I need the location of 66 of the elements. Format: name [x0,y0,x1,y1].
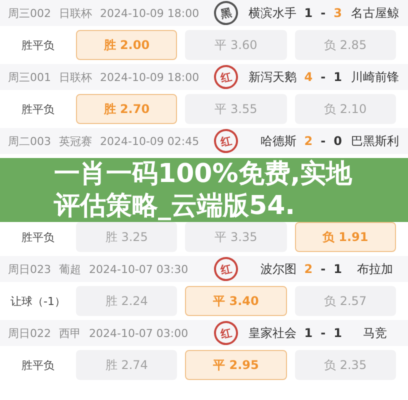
score-dash: - [320,262,326,276]
match-time: 2024-10-09 02:45 [100,134,200,148]
odds-button[interactable]: 胜 2.74 [76,350,178,380]
league-name: 西甲 [59,326,81,340]
market-label: 胜平负 [20,102,56,116]
odds-button[interactable]: 负 2.10 [294,94,396,124]
result-stamp: 红 [212,62,241,92]
odds-button[interactable]: 平 3.35 [185,222,287,252]
league-name: 英冠赛 [59,134,92,148]
away-score: 0 [334,134,342,148]
odds-button[interactable]: 胜 3.25 [76,222,178,252]
home-score: 2 [304,262,313,276]
odds-button[interactable]: 平 2.95 [185,350,287,380]
away-team: 名古屋鲸 [350,4,400,22]
home-score: 1 [304,326,313,340]
market-label: 胜平负 [20,358,56,372]
odds-button[interactable]: 胜 2.24 [76,286,178,316]
odds-button[interactable]: 负 2.57 [294,286,396,316]
odds-button[interactable]: 平 3.40 [185,286,287,316]
away-score: 1 [334,70,342,84]
match-time: 2024-10-09 18:00 [100,70,200,84]
league-name: 日联杯 [59,70,92,84]
home-team: 新泻天鹅 [247,68,296,86]
odds-button[interactable]: 平 3.60 [185,30,287,60]
odds-button[interactable]: 负 1.91 [294,222,396,252]
result-stamp: 红 [212,318,241,348]
odds-button[interactable]: 负 2.85 [294,30,396,60]
match-time: 2024-10-09 18:00 [100,6,200,20]
odds-button[interactable]: 平 3.55 [185,94,287,124]
home-team: 皇家社会 [247,324,296,342]
match-code: 周日023 [8,262,51,276]
away-team: 马竞 [362,324,388,342]
league-name: 日联杯 [59,6,92,20]
league-name: 葡超 [59,262,81,276]
away-score: 3 [334,6,342,20]
score-dash: - [320,6,326,20]
market-label: 让球（-1） [10,294,66,308]
home-team: 波尔图 [259,260,296,278]
match-code: 周二003 [8,134,51,148]
home-score: 2 [304,134,313,148]
result-stamp: 黑 [212,0,241,28]
home-score: 1 [304,6,313,20]
score-dash: - [320,134,326,148]
odds-button[interactable]: 负 2.35 [294,350,396,380]
match-time: 2024-10-07 03:00 [89,326,188,340]
banner-title: 一肖一码100%免费,实地评估策略_云端版54. [54,158,354,222]
match-code: 周日022 [8,326,51,340]
match-time: 2024-10-07 03:30 [89,262,188,276]
away-team: 川崎前锋 [350,68,400,86]
home-team: 横滨水手 [247,4,296,22]
away-team: 布拉加 [356,260,394,278]
market-label: 胜平负 [20,38,56,52]
market-label: 胜平负 [20,230,56,244]
match-code: 周三002 [8,6,51,20]
home-team: 哈德斯 [259,132,296,150]
odds-button[interactable]: 胜 2.70 [76,94,178,124]
result-stamp: 红 [212,126,241,156]
match-code: 周三001 [8,70,51,84]
score-dash: - [320,70,326,84]
odds-button[interactable]: 胜 2.00 [76,30,178,60]
away-score: 1 [334,326,342,340]
score-dash: - [320,326,326,340]
home-score: 4 [304,70,313,84]
away-team: 巴黑斯利 [350,132,400,150]
result-stamp: 红 [212,254,241,284]
away-score: 1 [334,262,342,276]
